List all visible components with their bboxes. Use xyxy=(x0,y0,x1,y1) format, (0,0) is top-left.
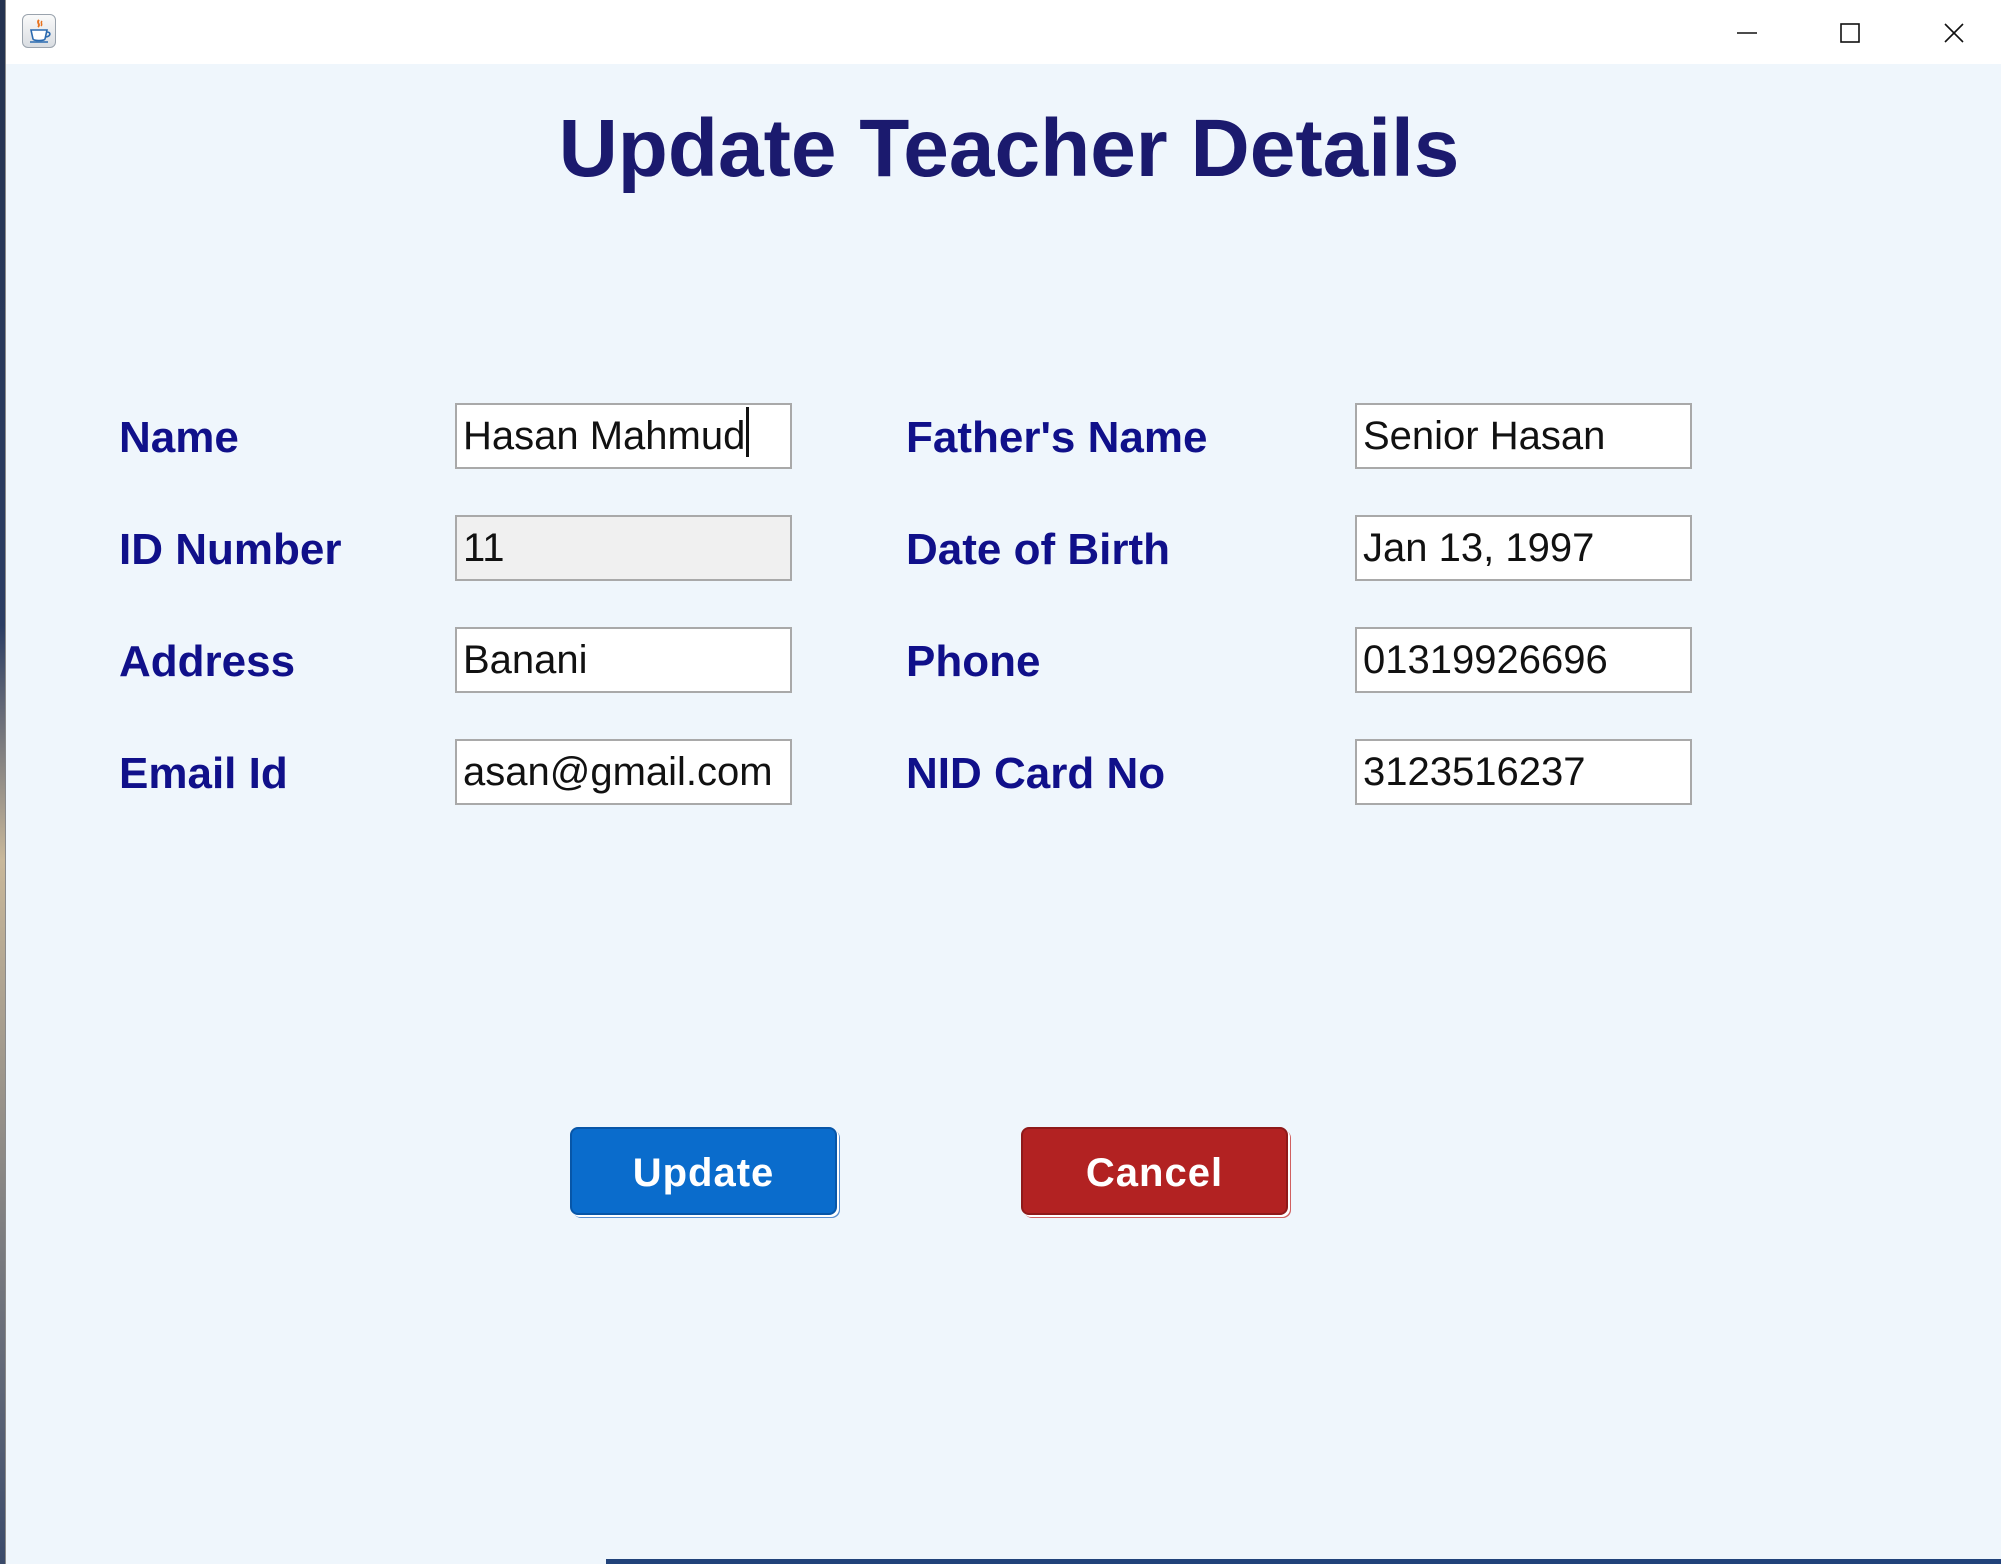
phone-label: Phone xyxy=(906,637,1041,686)
cancel-button[interactable]: Cancel xyxy=(1021,1127,1288,1215)
email-field[interactable]: asan@gmail.com xyxy=(455,739,792,805)
maximize-button[interactable] xyxy=(1799,0,1899,64)
nid-card-field[interactable]: 3123516237 xyxy=(1355,739,1692,805)
title-bar xyxy=(6,0,2001,64)
form-panel: Update Teacher Details Name Hasan Mahmud… xyxy=(6,64,2001,1564)
java-coffee-cup-icon[interactable] xyxy=(22,14,56,48)
email-label: Email Id xyxy=(119,749,288,798)
fathers-name-field[interactable]: Senior Hasan xyxy=(1355,403,1692,469)
minimize-icon xyxy=(1737,32,1757,34)
fathers-name-label: Father's Name xyxy=(906,413,1208,462)
id-number-field: 11 xyxy=(455,515,792,581)
name-label: Name xyxy=(119,413,239,462)
update-button[interactable]: Update xyxy=(570,1127,837,1215)
name-field-value: Hasan Mahmud xyxy=(463,414,746,458)
close-icon xyxy=(1944,23,1964,43)
address-label: Address xyxy=(119,637,296,686)
date-of-birth-field[interactable]: Jan 13, 1997 xyxy=(1355,515,1692,581)
nid-card-label: NID Card No xyxy=(906,749,1166,798)
id-number-label: ID Number xyxy=(119,525,342,574)
page-title: Update Teacher Details xyxy=(558,103,1460,194)
date-of-birth-label: Date of Birth xyxy=(906,525,1170,574)
close-button[interactable] xyxy=(1903,0,2001,64)
maximize-icon xyxy=(1840,23,1860,43)
taskbar-edge xyxy=(606,1559,2001,1564)
address-field[interactable]: Banani xyxy=(455,627,792,693)
phone-field[interactable]: 01319926696 xyxy=(1355,627,1692,693)
text-caret xyxy=(746,407,750,457)
app-window: Update Teacher Details Name Hasan Mahmud… xyxy=(5,0,2001,1564)
name-field[interactable]: Hasan Mahmud xyxy=(455,403,792,469)
minimize-button[interactable] xyxy=(1696,0,1796,64)
